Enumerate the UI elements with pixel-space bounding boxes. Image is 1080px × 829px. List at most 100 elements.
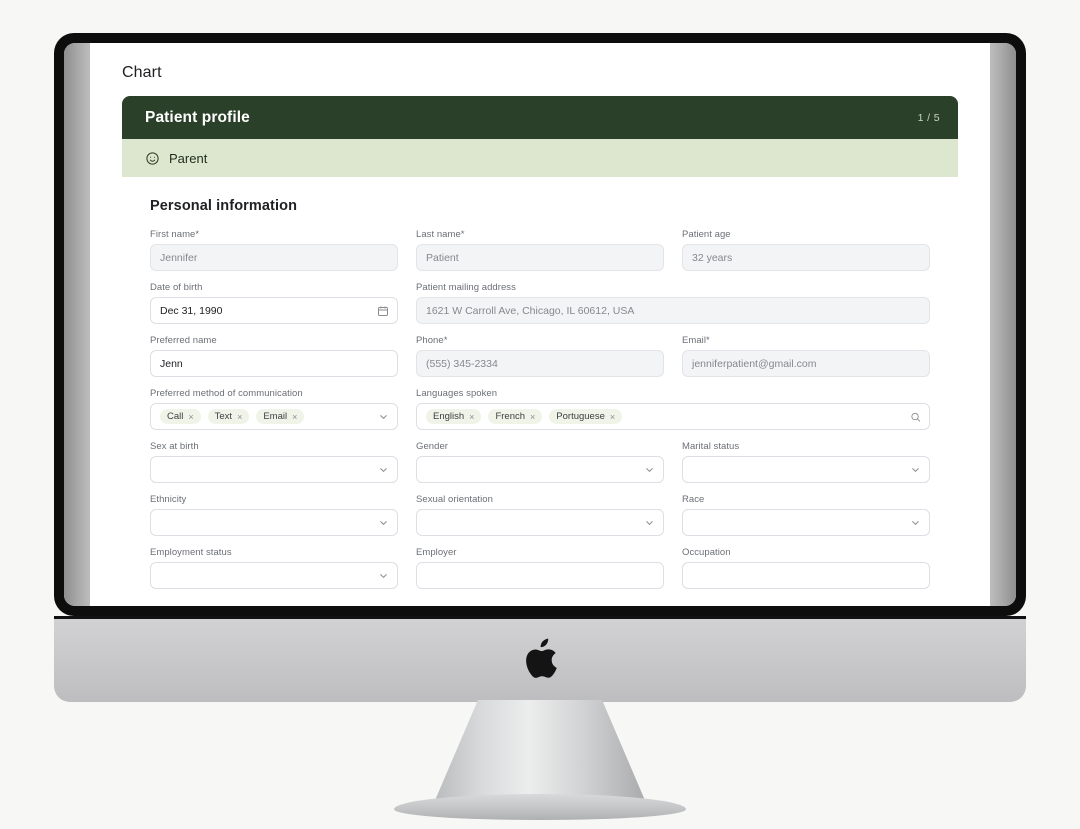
date-of-birth-input[interactable]: Dec 31, 1990: [150, 297, 398, 324]
calendar-icon[interactable]: [377, 305, 389, 317]
field-languages-spoken: Languages spoken English × French × Port…: [416, 388, 930, 430]
chip-text-label: Text: [214, 411, 233, 422]
chip-email-label: Email: [263, 411, 288, 422]
phone-input[interactable]: (555) 345-2334: [416, 350, 664, 377]
screen-left-edge-strip: [64, 43, 90, 606]
mailing-address-input[interactable]: 1621 W Carroll Ave, Chicago, IL 60612, U…: [416, 297, 930, 324]
chip-portuguese[interactable]: Portuguese ×: [549, 409, 623, 424]
occupation-input[interactable]: [682, 562, 930, 589]
marital-status-select[interactable]: [682, 456, 930, 483]
preferred-communication-multiselect[interactable]: Call × Text × Email ×: [150, 403, 398, 430]
languages-spoken-label: Languages spoken: [416, 388, 498, 399]
chip-english[interactable]: English ×: [426, 409, 482, 424]
chip-email-remove-icon[interactable]: ×: [292, 412, 297, 422]
field-marital-status: Marital status: [682, 441, 930, 483]
email-value: jenniferpatient@gmail.com: [692, 357, 817, 370]
field-sex-at-birth: Sex at birth: [150, 441, 398, 483]
chip-call-remove-icon[interactable]: ×: [188, 412, 193, 422]
step-counter: 1 / 5: [917, 111, 940, 124]
patient-age-value: 32 years: [692, 251, 733, 264]
imac-stand-foot: [394, 794, 686, 820]
preferred-communication-label: Preferred method of communication: [150, 388, 303, 399]
smiley-face-icon: [145, 151, 160, 166]
chip-text-remove-icon[interactable]: ×: [237, 412, 242, 422]
subject-label: Parent: [169, 150, 208, 166]
form-grid: First name* Jennifer Last name* Patient: [150, 229, 930, 600]
imac-monitor: Chart Patient profile 1 / 5 Parent Perso…: [54, 33, 1026, 616]
chevron-down-icon[interactable]: [378, 517, 389, 528]
field-preferred-communication: Preferred method of communication Call ×…: [150, 388, 398, 430]
card-title: Patient profile: [145, 108, 250, 126]
field-employment-status: Employment status: [150, 547, 398, 589]
preferred-name-value: Jenn: [160, 357, 183, 370]
section-title: Personal information: [150, 198, 298, 214]
chip-portuguese-label: Portuguese: [556, 411, 605, 422]
patient-age-input[interactable]: 32 years: [682, 244, 930, 271]
mailing-address-label: Patient mailing address: [416, 282, 516, 293]
gender-select[interactable]: [416, 456, 664, 483]
chevron-down-icon[interactable]: [378, 570, 389, 581]
chip-portuguese-remove-icon[interactable]: ×: [610, 412, 615, 422]
employer-label: Employer: [416, 547, 457, 558]
languages-spoken-multiselect[interactable]: English × French × Portuguese ×: [416, 403, 930, 430]
last-name-label: Last name*: [416, 229, 465, 240]
chip-email[interactable]: Email ×: [256, 409, 305, 424]
chip-english-remove-icon[interactable]: ×: [469, 412, 474, 422]
chevron-down-icon[interactable]: [644, 464, 655, 475]
gender-label: Gender: [416, 441, 448, 452]
employment-status-select[interactable]: [150, 562, 398, 589]
mailing-address-value: 1621 W Carroll Ave, Chicago, IL 60612, U…: [426, 304, 635, 317]
first-name-label: First name*: [150, 229, 200, 240]
chip-english-label: English: [433, 411, 465, 422]
search-icon[interactable]: [910, 411, 921, 422]
employer-input[interactable]: [416, 562, 664, 589]
screen: Chart Patient profile 1 / 5 Parent Perso…: [64, 43, 1016, 606]
ethnicity-select[interactable]: [150, 509, 398, 536]
first-name-value: Jennifer: [160, 251, 198, 264]
app-window: Chart Patient profile 1 / 5 Parent Perso…: [90, 43, 990, 606]
field-employer: Employer: [416, 547, 664, 589]
form-body: Personal information First name* Jennife…: [122, 177, 958, 600]
screenshot-scene: Chart Patient profile 1 / 5 Parent Perso…: [0, 0, 1080, 829]
chin-top-line: [54, 616, 1026, 619]
chip-call-label: Call: [167, 411, 184, 422]
phone-label: Phone*: [416, 335, 448, 346]
date-of-birth-label: Date of birth: [150, 282, 203, 293]
page-title: Chart: [122, 64, 162, 81]
chevron-down-icon[interactable]: [378, 411, 389, 422]
field-race: Race: [682, 494, 930, 536]
field-gender: Gender: [416, 441, 664, 483]
apple-logo-icon: [526, 638, 557, 678]
last-name-input[interactable]: Patient: [416, 244, 664, 271]
chip-french-label: French: [495, 411, 526, 422]
patient-age-label: Patient age: [682, 229, 731, 240]
field-email: Email* jenniferpatient@gmail.com: [682, 335, 930, 377]
race-select[interactable]: [682, 509, 930, 536]
field-last-name: Last name* Patient: [416, 229, 664, 271]
marital-status-label: Marital status: [682, 441, 740, 452]
email-input[interactable]: jenniferpatient@gmail.com: [682, 350, 930, 377]
first-name-input[interactable]: Jennifer: [150, 244, 398, 271]
last-name-value: Patient: [426, 251, 459, 264]
chip-call[interactable]: Call ×: [160, 409, 201, 424]
chip-text[interactable]: Text ×: [207, 409, 250, 424]
sexual-orientation-select[interactable]: [416, 509, 664, 536]
field-mailing-address: Patient mailing address 1621 W Carroll A…: [416, 282, 930, 324]
preferred-name-input[interactable]: Jenn: [150, 350, 398, 377]
field-sexual-orientation: Sexual orientation: [416, 494, 664, 536]
chevron-down-icon[interactable]: [910, 517, 921, 528]
chevron-down-icon[interactable]: [644, 517, 655, 528]
chip-french-remove-icon[interactable]: ×: [530, 412, 535, 422]
sex-at-birth-select[interactable]: [150, 456, 398, 483]
field-preferred-name: Preferred name Jenn: [150, 335, 398, 377]
imac-chin: [54, 616, 1026, 702]
sexual-orientation-label: Sexual orientation: [416, 494, 493, 505]
subject-bar[interactable]: Parent: [122, 139, 958, 177]
field-first-name: First name* Jennifer: [150, 229, 398, 271]
chevron-down-icon[interactable]: [378, 464, 389, 475]
chip-french[interactable]: French ×: [488, 409, 543, 424]
screen-right-edge-strip: [990, 43, 1016, 606]
chevron-down-icon[interactable]: [910, 464, 921, 475]
field-date-of-birth: Date of birth Dec 31, 1990: [150, 282, 398, 324]
patient-profile-card: Patient profile 1 / 5 Parent Personal in…: [122, 96, 958, 600]
